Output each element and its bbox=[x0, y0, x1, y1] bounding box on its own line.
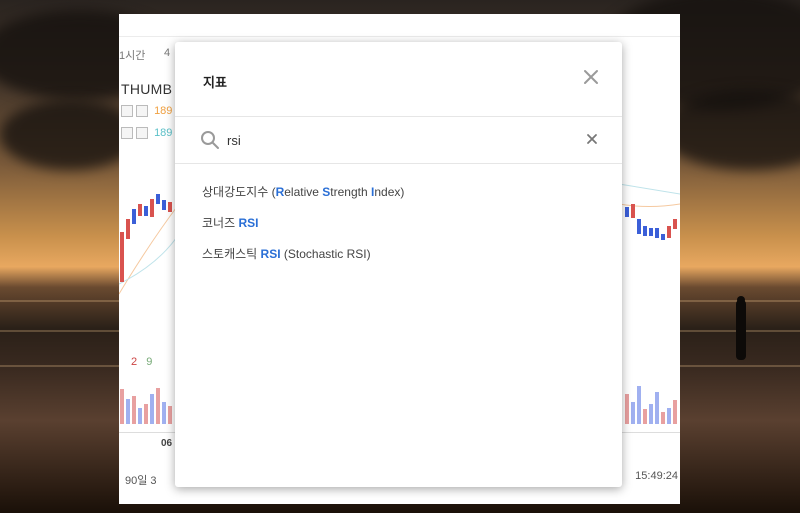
volume-bar bbox=[126, 399, 130, 424]
candle bbox=[649, 228, 653, 236]
result-text: elative bbox=[284, 185, 323, 199]
volume-bar bbox=[132, 396, 136, 424]
result-match-text: RSI bbox=[238, 216, 259, 230]
indicator-value: 189 bbox=[154, 127, 173, 139]
close-button[interactable] bbox=[582, 68, 600, 86]
search-results-list: 상대강도지수 (Relative Strength Index) 코너즈 RSI… bbox=[175, 177, 622, 270]
volume-bar bbox=[120, 389, 124, 424]
search-icon bbox=[201, 131, 219, 149]
search-row bbox=[175, 117, 622, 164]
timeframe-tab[interactable]: 1시간 bbox=[119, 47, 145, 63]
volume-bar bbox=[162, 402, 166, 424]
indicator-row: 189 bbox=[121, 105, 173, 118]
candle bbox=[655, 228, 659, 238]
modal-header: 지표 bbox=[175, 42, 622, 117]
volume-bar bbox=[661, 412, 665, 424]
volume-bar bbox=[625, 394, 629, 424]
candle bbox=[643, 226, 647, 236]
result-text: ndex) bbox=[374, 185, 405, 199]
result-match-text: R bbox=[275, 185, 285, 199]
remove-icon[interactable] bbox=[136, 127, 148, 140]
volume-bar bbox=[150, 394, 154, 424]
range-selector[interactable]: 90일 3 bbox=[125, 472, 157, 488]
volume-bar bbox=[655, 392, 659, 424]
result-text: (Stochastic RSI) bbox=[280, 247, 371, 261]
candle bbox=[625, 207, 629, 217]
result-match-text: RSI bbox=[260, 247, 281, 261]
volume-bar bbox=[168, 406, 172, 424]
candle bbox=[144, 206, 148, 216]
result-item-rsi[interactable]: 상대강도지수 (Relative Strength Index) bbox=[175, 177, 622, 208]
time-axis-label: 06 bbox=[161, 438, 173, 449]
candle bbox=[126, 219, 130, 239]
result-text: 스토캐스틱 bbox=[202, 247, 261, 261]
candle bbox=[156, 194, 160, 204]
result-item-stochastic-rsi[interactable]: 스토캐스틱 RSI (Stochastic RSI) bbox=[175, 239, 622, 270]
clear-icon bbox=[587, 134, 597, 144]
person-silhouette bbox=[736, 300, 746, 360]
volume-bar bbox=[156, 388, 160, 424]
volume-bar bbox=[144, 404, 148, 424]
settings-icon[interactable] bbox=[121, 105, 133, 118]
volume-bar bbox=[631, 402, 635, 424]
result-text: 코너즈 bbox=[202, 216, 239, 230]
candle bbox=[168, 202, 172, 212]
candle bbox=[132, 209, 136, 224]
candle bbox=[631, 204, 635, 218]
candle bbox=[637, 219, 641, 234]
close-icon bbox=[584, 70, 598, 84]
volume-bar bbox=[649, 404, 653, 424]
timeframe-tab[interactable]: 4 bbox=[164, 47, 170, 59]
settings-icon[interactable] bbox=[121, 127, 133, 140]
ma-line bbox=[119, 233, 180, 285]
candle bbox=[120, 232, 124, 282]
volume-bar bbox=[138, 408, 142, 424]
candle bbox=[150, 199, 154, 217]
indicator-value: 189 bbox=[154, 105, 173, 117]
symbol-label: THUMB bbox=[121, 81, 173, 97]
modal-title: 지표 bbox=[203, 75, 227, 90]
clear-search-button[interactable] bbox=[584, 131, 600, 147]
ma-line bbox=[618, 183, 680, 195]
volume-bar bbox=[673, 400, 677, 424]
clock: 15:49:24 bbox=[635, 470, 678, 482]
result-text: trength bbox=[330, 185, 371, 199]
app-top-strip bbox=[119, 14, 680, 37]
remove-icon[interactable] bbox=[136, 105, 148, 118]
ma-line bbox=[618, 203, 680, 207]
person-head bbox=[737, 296, 745, 304]
candle bbox=[138, 204, 142, 216]
result-text: 상대강도지수 ( bbox=[202, 185, 276, 199]
indicator-search-input[interactable] bbox=[227, 129, 557, 151]
volume-bar bbox=[667, 408, 671, 424]
indicator-row: 189 bbox=[121, 127, 173, 140]
result-item-connors-rsi[interactable]: 코너즈 RSI bbox=[175, 208, 622, 239]
ma-line bbox=[119, 203, 180, 295]
volume-bar bbox=[637, 386, 641, 424]
candle bbox=[162, 200, 166, 210]
candle bbox=[667, 226, 671, 238]
candle bbox=[673, 219, 677, 229]
indicator-modal: 지표 상대강도지수 (Relative Strength Index) 코너즈 … bbox=[175, 42, 622, 487]
candle bbox=[661, 234, 665, 240]
volume-bar bbox=[643, 409, 647, 424]
